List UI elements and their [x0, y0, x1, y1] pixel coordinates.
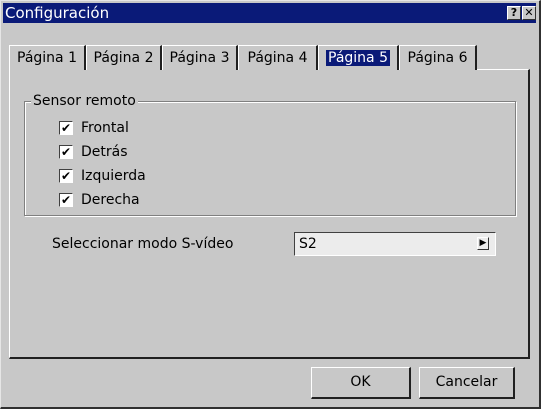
- checkbox-label: Derecha: [81, 192, 140, 208]
- tab-pagina-1[interactable]: Página 1: [9, 45, 86, 70]
- close-icon[interactable]: ✕: [522, 6, 536, 20]
- tab-label: Página 2: [93, 50, 154, 66]
- check-icon[interactable]: ✔: [59, 145, 73, 159]
- check-icon[interactable]: ✔: [59, 169, 73, 183]
- tab-label: Página 6: [407, 50, 468, 66]
- tab-label: Página 5: [326, 50, 390, 66]
- arrow-right-icon[interactable]: ▶: [477, 237, 489, 250]
- check-icon[interactable]: ✔: [59, 193, 73, 207]
- tab-label: Página 3: [169, 50, 230, 66]
- tab-label: Página 1: [17, 50, 77, 66]
- sensor-group-label: Sensor remoto: [31, 92, 138, 110]
- check-icon[interactable]: ✔: [59, 121, 73, 135]
- svideo-label: Seleccionar modo S-vídeo: [52, 236, 234, 252]
- svideo-select-value: S2: [299, 236, 317, 252]
- tab-pagina-2[interactable]: Página 2: [86, 45, 162, 70]
- help-icon[interactable]: ?: [507, 6, 521, 20]
- svideo-select[interactable]: S2 ▶: [294, 232, 496, 256]
- cancel-button[interactable]: Cancelar: [419, 367, 515, 399]
- checkbox-label: Detrás: [81, 144, 128, 160]
- ok-button[interactable]: OK: [311, 367, 411, 399]
- tab-pagina-5[interactable]: Página 5: [318, 45, 399, 70]
- titlebar: Configuración ? ✕: [3, 3, 536, 23]
- tab-label: Página 4: [247, 50, 308, 66]
- window-title: Configuración: [5, 4, 110, 22]
- tab-pagina-3[interactable]: Página 3: [162, 45, 238, 70]
- tab-pagina-4[interactable]: Página 4: [238, 45, 318, 70]
- checkbox-label: Izquierda: [81, 168, 146, 184]
- checkbox-label: Frontal: [81, 120, 129, 136]
- tab-pagina-6[interactable]: Página 6: [399, 45, 477, 70]
- config-dialog: Configuración ? ✕ Página 1 Página 2 Pági…: [0, 0, 541, 409]
